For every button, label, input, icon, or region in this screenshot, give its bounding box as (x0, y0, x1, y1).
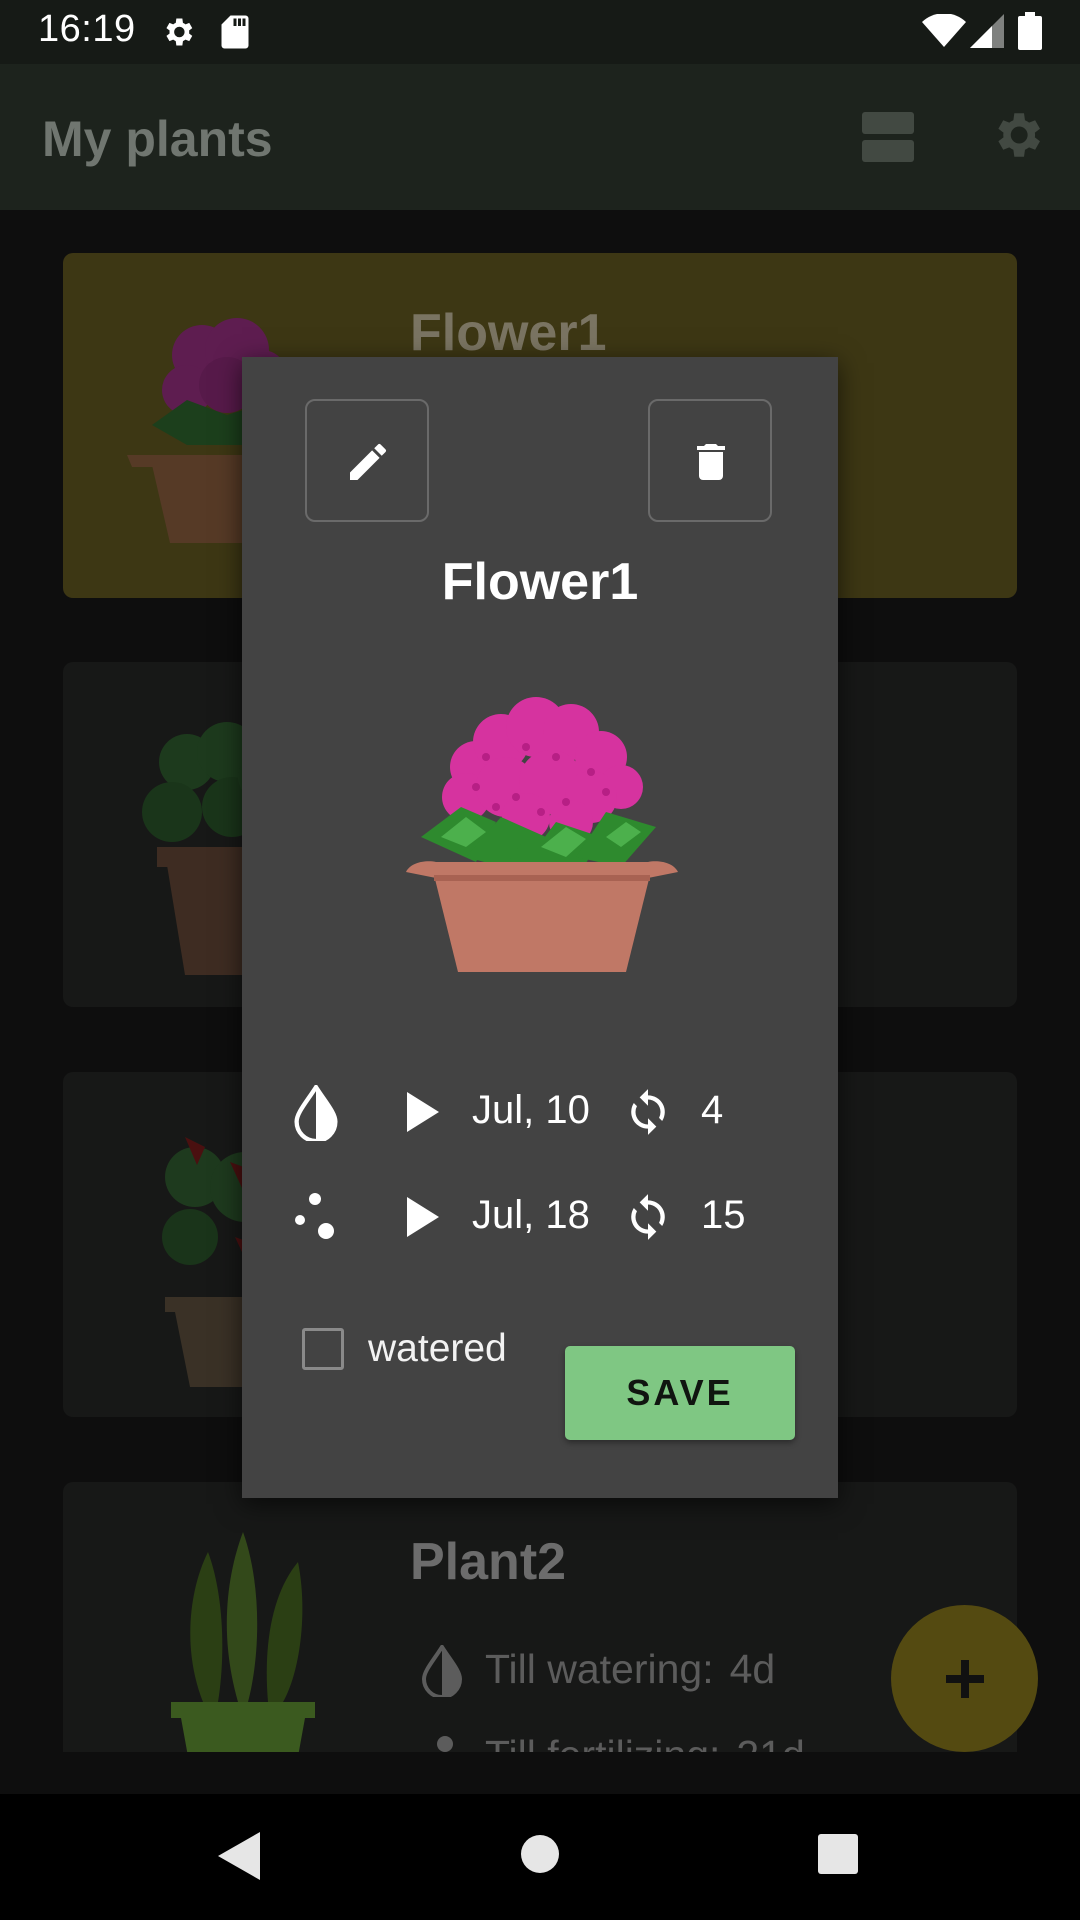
plant-name: Flower1 (410, 304, 607, 362)
snake-plant-image (171, 1532, 315, 1762)
back-icon[interactable] (218, 1832, 260, 1880)
pencil-icon (350, 443, 386, 480)
battery-icon (1018, 12, 1042, 50)
app-title: My plants (42, 111, 273, 167)
watered-label[interactable]: watered (368, 1327, 507, 1371)
status-bar: 16:19 (0, 0, 1080, 64)
plant-detail-dialog: Flower1 Jul, 10 4 Jul, 18 15 watered SAV… (242, 357, 838, 1498)
dialog-title: Flower1 (441, 553, 639, 611)
fertilizer-icon (295, 1193, 334, 1239)
play-arrow-icon (407, 1092, 439, 1132)
play-arrow-icon (407, 1197, 439, 1237)
plant-name: Plant2 (410, 1533, 567, 1591)
app-bar: My plants (0, 64, 1080, 210)
till-watering-label: Till watering: (485, 1646, 714, 1692)
view-agenda-icon[interactable] (862, 112, 914, 162)
till-watering-text: Till watering: 4d (485, 1646, 775, 1693)
status-time: 16:19 (38, 8, 136, 50)
water-drop-icon (294, 1085, 338, 1141)
next-watering-date: Jul, 10 (472, 1088, 590, 1132)
watering-interval: 4 (701, 1088, 724, 1132)
till-watering-value: 4d (729, 1646, 776, 1692)
repeat-icon (631, 1089, 665, 1135)
navigation-bar (0, 1794, 1080, 1920)
repeat-icon (631, 1194, 665, 1240)
next-fertilizing-date: Jul, 18 (472, 1193, 590, 1237)
water-drop-icon (421, 1645, 463, 1697)
wifi-icon (922, 14, 966, 47)
fertilizing-interval: 15 (701, 1193, 746, 1237)
home-icon[interactable] (520, 1834, 560, 1874)
edit-button[interactable] (305, 399, 429, 522)
recents-icon[interactable] (818, 1834, 858, 1874)
signal-icon (970, 14, 1004, 48)
add-plant-button[interactable] (891, 1605, 1038, 1752)
flower-pot-image (406, 697, 678, 972)
settings-icon[interactable] (988, 106, 1046, 164)
plus-icon (946, 1660, 984, 1698)
trash-icon (697, 444, 725, 480)
sd-card-icon (221, 15, 249, 49)
settings-icon (166, 18, 193, 46)
delete-button[interactable] (648, 399, 772, 522)
save-button[interactable]: SAVE (565, 1346, 795, 1440)
watered-checkbox[interactable] (302, 1328, 344, 1370)
list-bottom-edge (0, 1752, 1080, 1794)
